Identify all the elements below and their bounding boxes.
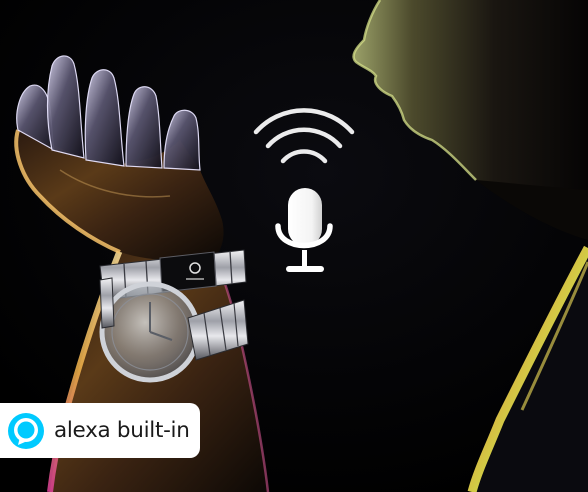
alexa-built-in-badge: alexa built-in [0,403,200,458]
product-hero-banner: alexa built-in [0,0,588,492]
badge-label: alexa built-in [54,418,190,443]
bottom-caption [84,478,444,492]
alexa-logo-icon [8,412,44,449]
